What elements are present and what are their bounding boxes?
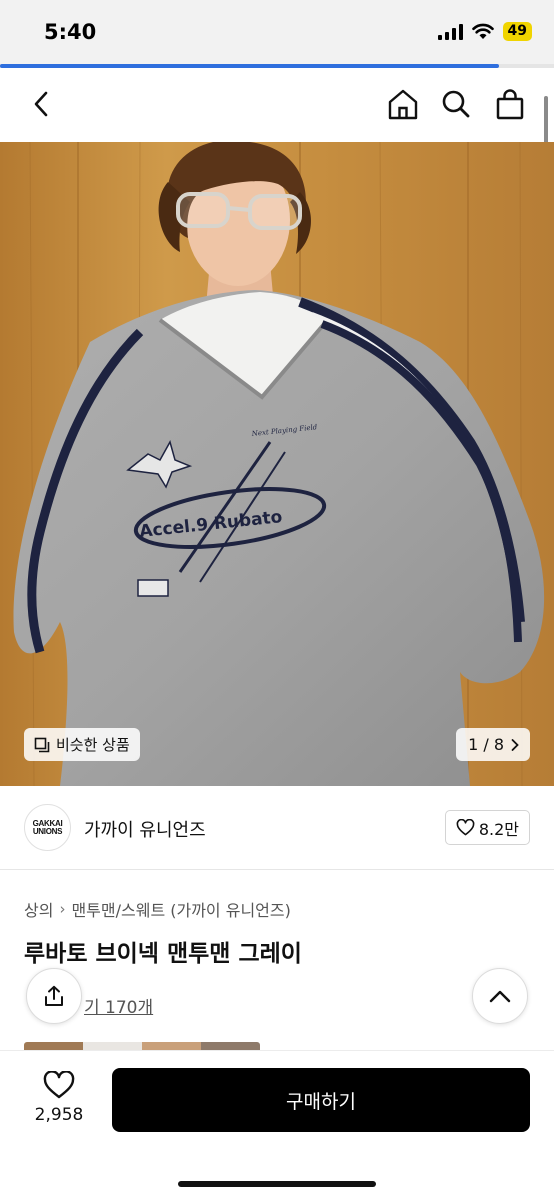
app-header xyxy=(0,68,554,142)
image-counter-text: 1 / 8 xyxy=(468,735,504,754)
brand-like-button[interactable]: 8.2만 xyxy=(444,810,530,845)
status-time: 5:40 xyxy=(44,20,97,44)
home-button[interactable] xyxy=(381,82,425,126)
brand-likes-count: 8.2만 xyxy=(478,819,519,839)
similar-products-button[interactable]: 비슷한 상품 xyxy=(24,728,140,761)
status-icons: 49 xyxy=(437,22,532,41)
shopping-bag-icon xyxy=(496,89,524,120)
product-photo: Accel.9 Rubato Next Playing Field xyxy=(0,142,554,786)
brand-logo-line2: UNIONS xyxy=(32,826,63,836)
heart-icon xyxy=(456,819,475,836)
chevron-up-icon xyxy=(489,990,511,1003)
share-icon xyxy=(45,985,63,1006)
status-bar: 5:40 49 xyxy=(0,0,554,64)
back-button[interactable] xyxy=(20,82,64,126)
cellular-signal-icon xyxy=(437,23,463,40)
similar-products-label: 비슷한 상품 xyxy=(56,736,130,754)
cart-button[interactable] xyxy=(488,82,532,126)
heart-icon xyxy=(43,1071,75,1099)
brand-row[interactable]: GAKKAI UNIONS 가까이 유니언즈 8.2만 xyxy=(0,786,554,870)
search-icon xyxy=(442,90,470,118)
search-button[interactable] xyxy=(434,82,478,126)
chevron-right-icon: › xyxy=(59,900,66,918)
review-link[interactable]: 기 170개 xyxy=(84,993,153,1018)
buy-button[interactable]: 구매하기 xyxy=(112,1068,530,1132)
image-counter[interactable]: 1 / 8 xyxy=(456,728,530,761)
brand-logo[interactable]: GAKKAI UNIONS xyxy=(24,804,71,851)
chevron-right-icon xyxy=(511,738,519,751)
wifi-icon xyxy=(471,23,494,39)
wish-count: 2,958 xyxy=(34,1105,84,1125)
battery-icon: 49 xyxy=(502,22,532,41)
home-indicator xyxy=(178,1181,376,1187)
copy-icon xyxy=(34,737,50,752)
product-title: 루바토 브이넥 맨투맨 그레이 xyxy=(24,941,302,967)
product-image-carousel[interactable]: Accel.9 Rubato Next Playing Field 비슷한 상품… xyxy=(0,142,554,786)
wish-button[interactable]: 2,958 xyxy=(24,1071,94,1125)
brand-name[interactable]: 가까이 유니언즈 xyxy=(84,816,206,842)
home-icon xyxy=(388,89,418,120)
breadcrumb: 상의 › 맨투맨/스웨트 (가까이 유니언즈) xyxy=(24,897,291,921)
share-button[interactable] xyxy=(26,968,82,1024)
breadcrumb-subcategory[interactable]: 맨투맨/스웨트 (가까이 유니언즈) xyxy=(71,897,290,921)
scroll-to-top-button[interactable] xyxy=(472,968,528,1024)
breadcrumb-category[interactable]: 상의 xyxy=(24,897,53,921)
chevron-left-icon xyxy=(34,91,48,117)
bottom-purchase-bar: 2,958 구매하기 xyxy=(0,1050,554,1200)
